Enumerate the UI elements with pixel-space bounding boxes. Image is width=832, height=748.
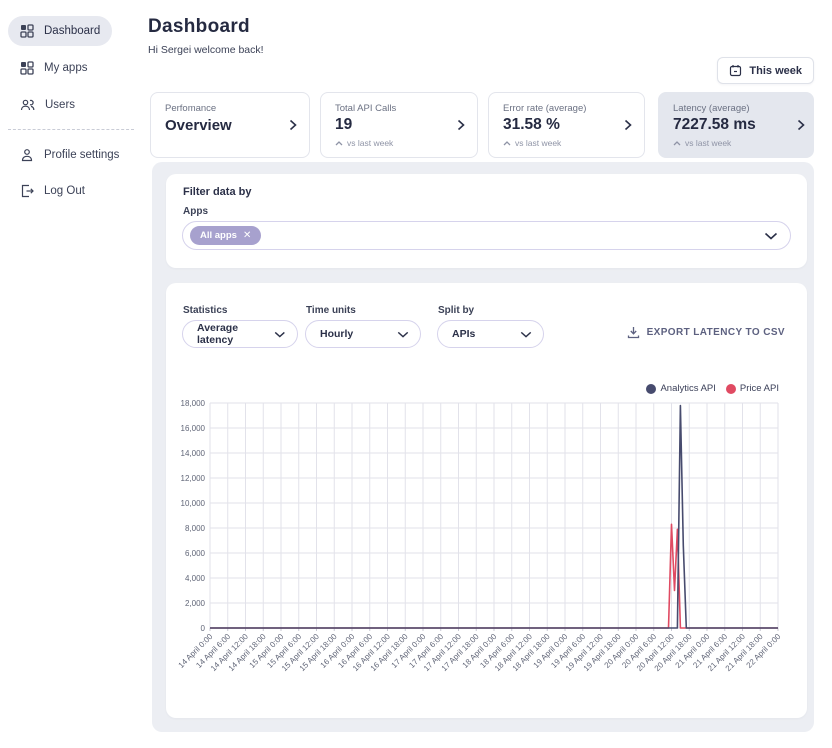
sidebar-item-label: My apps xyxy=(44,62,87,74)
chart-card: Statistics Average latency Time units Ho… xyxy=(166,283,807,718)
filter-card: Filter data by Apps All apps ✕ xyxy=(166,174,807,268)
card-value: Overview xyxy=(165,117,295,134)
sidebar-item-log-out[interactable]: Log Out xyxy=(8,176,97,206)
download-icon xyxy=(627,326,640,339)
chevron-down-icon xyxy=(397,331,409,338)
statistics-value: Average latency xyxy=(197,322,274,346)
svg-text:8,000: 8,000 xyxy=(185,524,206,533)
chip-remove-icon[interactable]: ✕ xyxy=(243,231,251,241)
sidebar-item-label: Profile settings xyxy=(44,149,119,161)
card-latency[interactable]: Latency (average) 7227.58 ms vs last wee… xyxy=(658,92,814,158)
legend-item-price: Price API xyxy=(726,383,779,394)
card-total-api-calls[interactable]: Total API Calls 19 vs last week xyxy=(320,92,478,158)
card-label: Error rate (average) xyxy=(503,103,630,114)
svg-text:2,000: 2,000 xyxy=(185,599,206,608)
split-by-value: APIs xyxy=(452,328,475,340)
svg-text:6,000: 6,000 xyxy=(185,549,206,558)
split-by-label: Split by xyxy=(438,305,474,316)
caret-up-icon xyxy=(503,141,511,146)
legend-item-analytics: Analytics API xyxy=(646,383,715,394)
card-footnote: vs last week xyxy=(347,138,393,148)
export-csv-button[interactable]: EXPORT LATENCY TO CSV xyxy=(627,326,785,339)
chevron-right-icon xyxy=(289,119,297,131)
svg-text:4,000: 4,000 xyxy=(185,574,206,583)
apps-label: Apps xyxy=(183,206,208,217)
chevron-down-icon xyxy=(520,331,532,338)
svg-text:10,000: 10,000 xyxy=(181,499,206,508)
sidebar-item-profile-settings[interactable]: Profile settings xyxy=(8,140,131,170)
chevron-down-icon xyxy=(764,232,778,240)
apps-multiselect[interactable]: All apps ✕ xyxy=(182,221,791,250)
logout-icon xyxy=(20,184,34,198)
grid-icon xyxy=(20,61,34,75)
svg-text:14,000: 14,000 xyxy=(181,449,206,458)
export-csv-label: EXPORT LATENCY TO CSV xyxy=(647,327,785,338)
legend-label: Analytics API xyxy=(660,383,715,394)
app-filter-chip[interactable]: All apps ✕ xyxy=(190,226,261,245)
svg-text:18,000: 18,000 xyxy=(181,399,206,408)
statistics-dropdown[interactable]: Average latency xyxy=(182,320,298,348)
chart-legend: Analytics API Price API xyxy=(646,383,779,394)
card-value: 7227.58 ms xyxy=(673,116,799,134)
chevron-right-icon xyxy=(624,119,632,131)
this-week-button[interactable]: This week xyxy=(717,57,814,84)
sidebar-item-label: Users xyxy=(45,99,75,111)
card-footnote: vs last week xyxy=(685,138,731,148)
sidebar-item-users[interactable]: Users xyxy=(8,90,87,120)
chevron-right-icon xyxy=(797,119,805,131)
this-week-label: This week xyxy=(749,65,802,77)
grid-icon xyxy=(20,24,34,38)
person-icon xyxy=(20,148,34,162)
users-icon xyxy=(20,98,35,112)
card-label: Perfomance xyxy=(165,103,295,114)
card-label: Latency (average) xyxy=(673,103,799,114)
sidebar-item-label: Log Out xyxy=(44,185,85,197)
card-error-rate[interactable]: Error rate (average) 31.58 % vs last wee… xyxy=(488,92,645,158)
card-value: 19 xyxy=(335,116,463,134)
card-performance-overview[interactable]: Perfomance Overview xyxy=(150,92,310,158)
line-chart-svg: 0 2,000 4,000 6,000 8,000 10,000 12,000 14,000 1… xyxy=(178,395,793,703)
sidebar: Dashboard My apps Users Profile settings xyxy=(0,0,150,748)
time-units-value: Hourly xyxy=(320,328,353,340)
legend-dot-price xyxy=(726,384,736,394)
page-title: Dashboard xyxy=(148,16,250,38)
svg-text:0: 0 xyxy=(201,624,206,633)
statistics-label: Statistics xyxy=(183,305,227,316)
sidebar-divider xyxy=(8,129,134,130)
card-value: 31.58 % xyxy=(503,116,630,134)
latency-chart: 0 2,000 4,000 6,000 8,000 10,000 12,000 14,000 1… xyxy=(178,395,793,708)
filter-title: Filter data by xyxy=(183,186,251,198)
legend-dot-analytics xyxy=(646,384,656,394)
card-footnote: vs last week xyxy=(515,138,561,148)
caret-up-icon xyxy=(335,141,343,146)
chip-label: All apps xyxy=(200,230,237,241)
time-units-label: Time units xyxy=(306,305,356,316)
page-subtitle: Hi Sergei welcome back! xyxy=(148,44,264,56)
calendar-icon xyxy=(729,64,742,77)
caret-up-icon xyxy=(673,141,681,146)
time-units-dropdown[interactable]: Hourly xyxy=(305,320,421,348)
split-by-dropdown[interactable]: APIs xyxy=(437,320,544,348)
svg-text:16,000: 16,000 xyxy=(181,424,206,433)
chevron-down-icon xyxy=(274,331,286,338)
sidebar-item-my-apps[interactable]: My apps xyxy=(8,53,99,83)
sidebar-item-dashboard[interactable]: Dashboard xyxy=(8,16,112,46)
chevron-right-icon xyxy=(457,119,465,131)
sidebar-item-label: Dashboard xyxy=(44,25,100,37)
legend-label: Price API xyxy=(740,383,779,394)
card-label: Total API Calls xyxy=(335,103,463,114)
svg-text:12,000: 12,000 xyxy=(181,474,206,483)
